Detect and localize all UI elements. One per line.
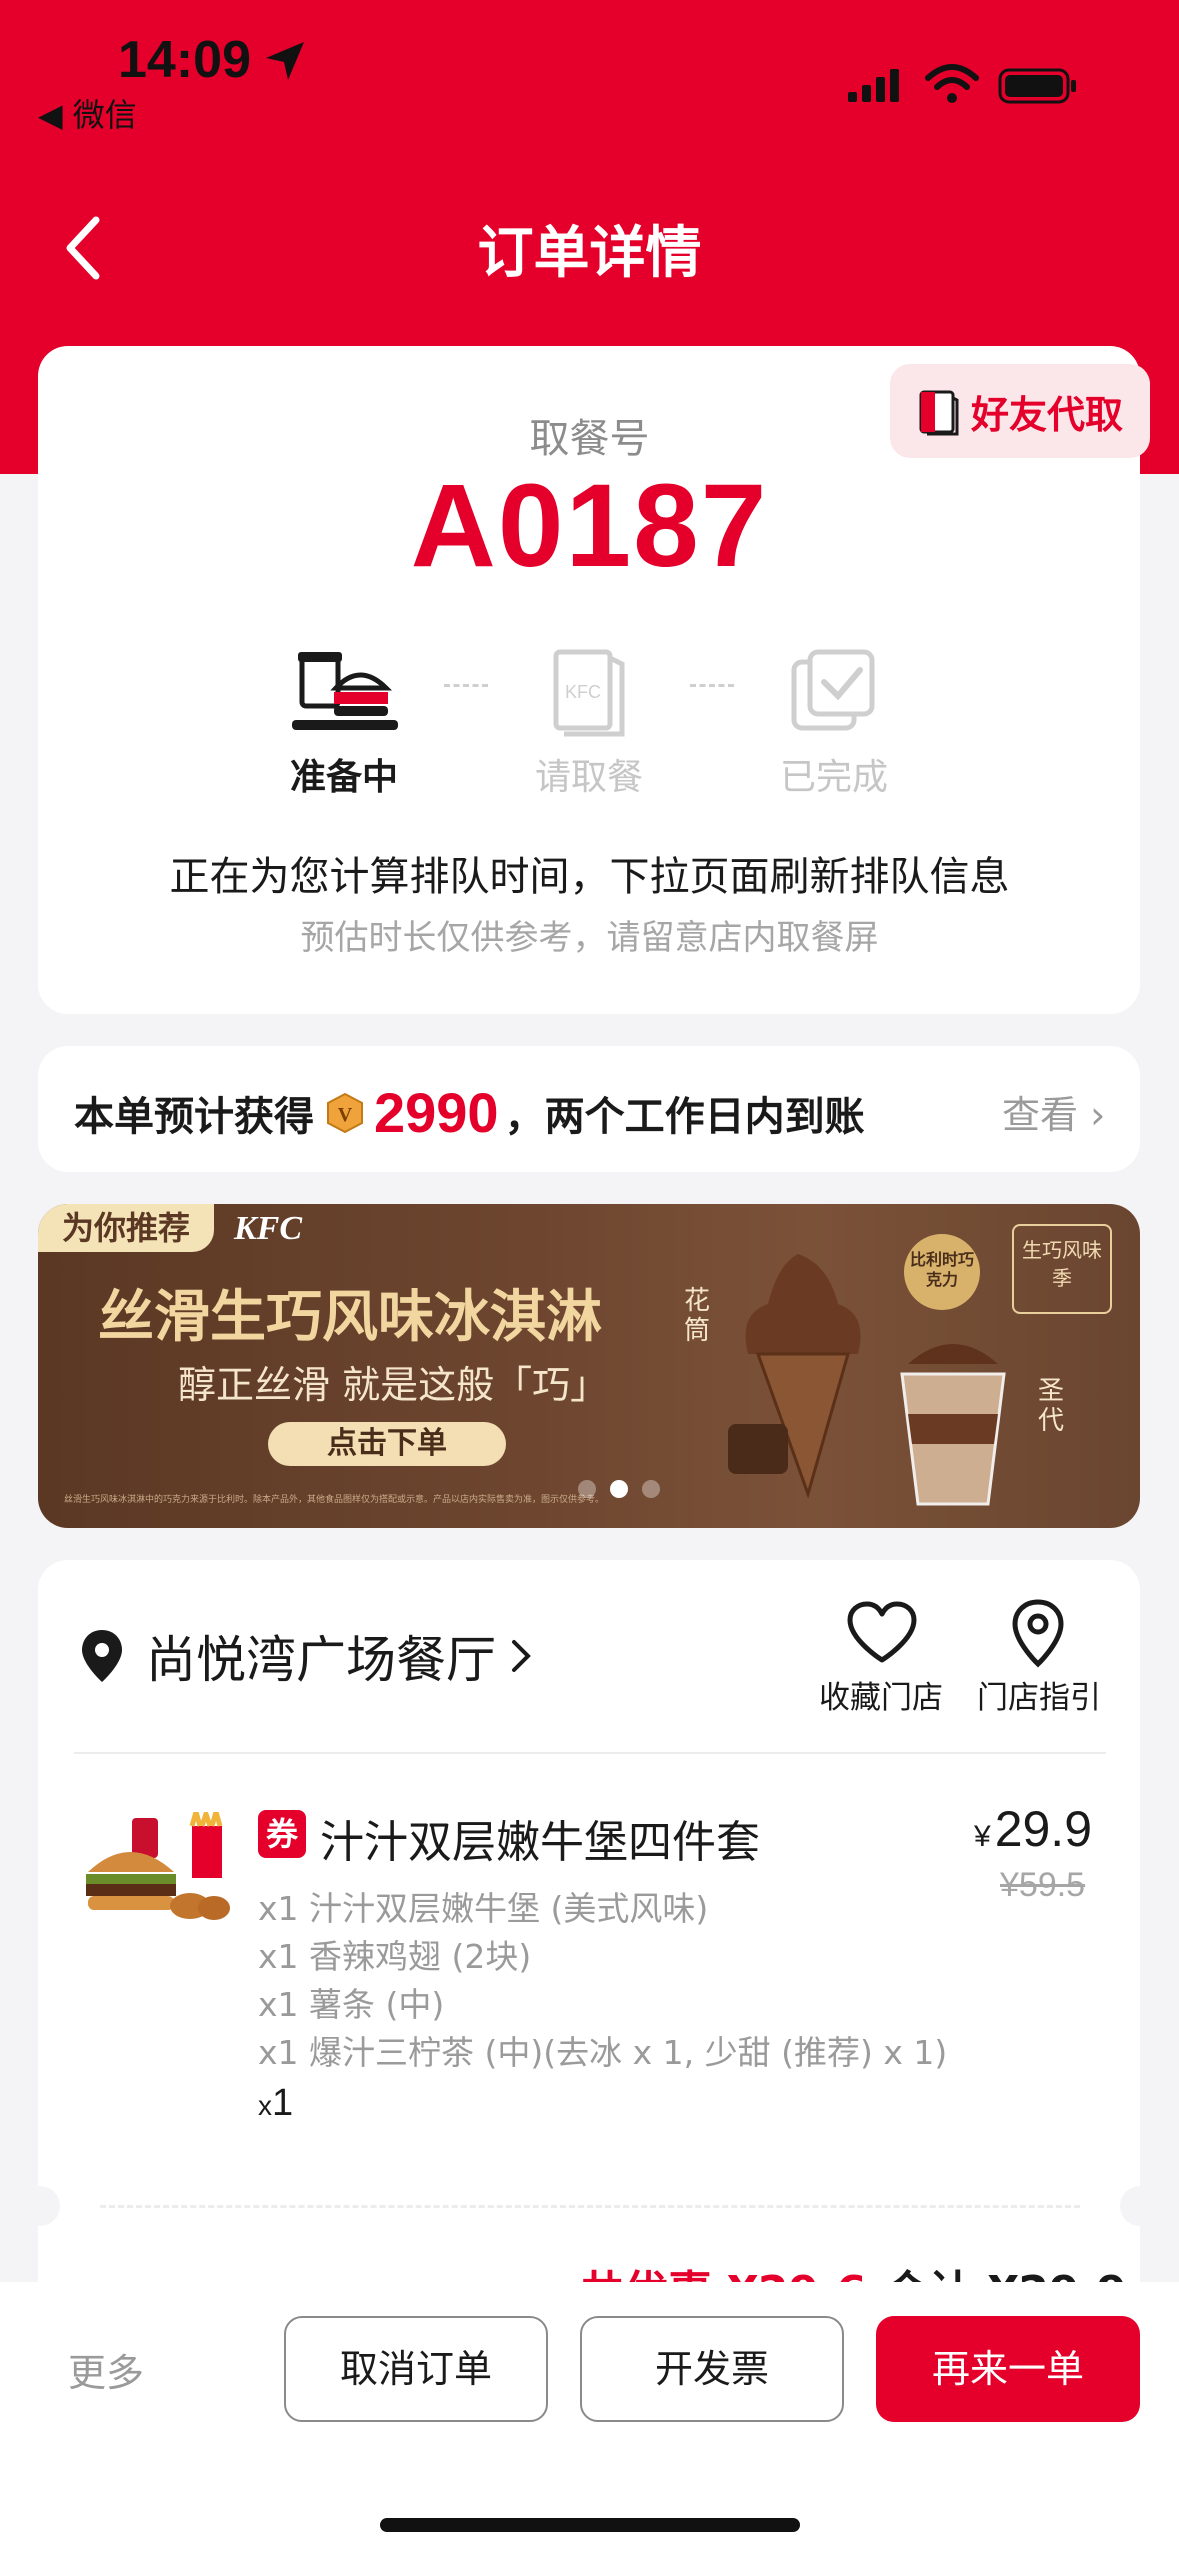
store-guide-label[interactable]: 门店指引 — [964, 1672, 1114, 1717]
v-gold-coin-icon: V — [327, 1092, 363, 1133]
banner-fine-print: 丝滑生巧风味冰淇淋中的巧克力来源于比利时。除本产品外，其他食品图样仅为搭配或示意… — [64, 1495, 605, 1505]
step-preparing-label: 准备中 — [289, 757, 398, 798]
store-location-icon[interactable] — [1010, 1598, 1066, 1670]
points-suffix: ，两个工作日内到账 — [504, 1093, 865, 1140]
status-time: 14:09 — [118, 31, 251, 89]
burger-tray-icon — [292, 652, 398, 730]
combo-meal-image — [86, 1812, 230, 1920]
reorder-button[interactable]: 再来一单 — [876, 2316, 1140, 2422]
product-price: ¥29.9 — [974, 1800, 1092, 1858]
heart-icon[interactable] — [846, 1600, 918, 1666]
product-name: 汁汁双层嫩牛堡四件套 — [320, 1817, 760, 1868]
combo-item: x1 汁汁双层嫩牛堡 (美式风味) — [258, 1889, 709, 1928]
home-indicator — [380, 2518, 800, 2532]
store-name[interactable]: 尚悦湾广场餐厅 — [146, 1620, 496, 1692]
divider — [74, 1752, 1106, 1754]
ticket-notch — [20, 2186, 60, 2226]
location-arrow-icon — [266, 42, 304, 80]
banner-subtitle: 醇正丝滑 就是这般「巧」 — [178, 1363, 609, 1407]
points-summary: 本单预计获得 V 2990 ，两个工作日内到账 — [74, 1080, 865, 1145]
step-connector — [444, 684, 488, 687]
coupon-tag: 券 — [258, 1810, 306, 1858]
invoice-button[interactable]: 开发票 — [580, 2316, 844, 2422]
step-connector — [690, 684, 734, 687]
pagination-dot — [642, 1480, 660, 1498]
original-price: ¥59.5 — [1000, 1866, 1086, 1904]
currency-symbol: ¥ — [974, 1820, 991, 1853]
pickup-number-label: 取餐号 — [529, 416, 650, 462]
quantity-prefix: x — [258, 2090, 272, 2121]
quantity-value: 1 — [272, 2082, 294, 2124]
step-completed-label: 已完成 — [779, 757, 888, 798]
view-points-link[interactable]: 查看 › — [1002, 1084, 1105, 1139]
back-to-app-link[interactable]: ◀ 微信 — [38, 90, 137, 136]
pickup-bag-icon: KFC — [553, 649, 625, 737]
step-ready-label: 请取餐 — [534, 757, 643, 798]
location-pin-icon — [82, 1630, 122, 1682]
cancel-order-button[interactable]: 取消订单 — [284, 2316, 548, 2422]
page-title: 订单详情 — [477, 221, 702, 286]
combo-item: x1 薯条 (中) — [258, 1985, 445, 2024]
queue-hint-text: 预估时长仅供参考，请留意店内取餐屏 — [300, 918, 879, 958]
points-value: 2990 — [374, 1081, 499, 1144]
dashed-divider — [100, 2205, 1080, 2208]
banner-title: 丝滑生巧风味冰淇淋 — [98, 1284, 602, 1350]
season-badge: 生巧风味季 — [1012, 1224, 1112, 1314]
banner-order-button[interactable]: 点击下单 — [268, 1422, 506, 1466]
ice-cream-cone-image — [728, 1254, 861, 1499]
sundae-label: 圣代 — [1038, 1376, 1065, 1436]
svg-text:KFC: KFC — [565, 682, 601, 702]
svg-text:V: V — [338, 1104, 353, 1126]
pagination-dot-active — [610, 1480, 628, 1498]
banner-pagination — [578, 1480, 660, 1498]
favorite-store-label[interactable]: 收藏门店 — [806, 1672, 956, 1717]
chevron-right-icon[interactable] — [508, 1636, 536, 1676]
battery-icon — [998, 68, 1076, 104]
pagination-dot — [578, 1480, 596, 1498]
cone-label: 花筒 — [684, 1286, 711, 1346]
product-quantity: x1 — [258, 2082, 293, 2125]
points-prefix: 本单预计获得 — [74, 1093, 314, 1140]
sundae-image — [900, 1344, 1006, 1506]
price-value: 29.9 — [994, 1801, 1093, 1857]
recommend-tag: 为你推荐 — [38, 1204, 214, 1252]
kfc-logo: KFC — [234, 1210, 303, 1247]
ticket-notch — [1120, 2186, 1160, 2226]
combo-item: x1 爆汁三柠茶 (中)(去冰 x 1, 少甜 (推荐) x 1) — [258, 2033, 948, 2072]
pickup-number: A0187 — [410, 460, 769, 592]
wifi-icon — [925, 64, 979, 103]
promo-banner[interactable]: 为你推荐 KFC 丝滑生巧风味冰淇淋 醇正丝滑 就是这般「巧」 点击下单 丝滑生… — [38, 1204, 1140, 1528]
queue-status-text: 正在为您计算排队时间，下拉页面刷新排队信息 — [169, 854, 1010, 900]
more-button[interactable]: 更多 — [68, 2342, 144, 2397]
completed-check-icon — [791, 649, 875, 731]
combo-item: x1 香辣鸡翅 (2块) — [258, 1937, 532, 1976]
belgian-chocolate-badge: 比利时巧克力 — [904, 1234, 980, 1310]
cellular-signal-icon — [848, 69, 899, 102]
